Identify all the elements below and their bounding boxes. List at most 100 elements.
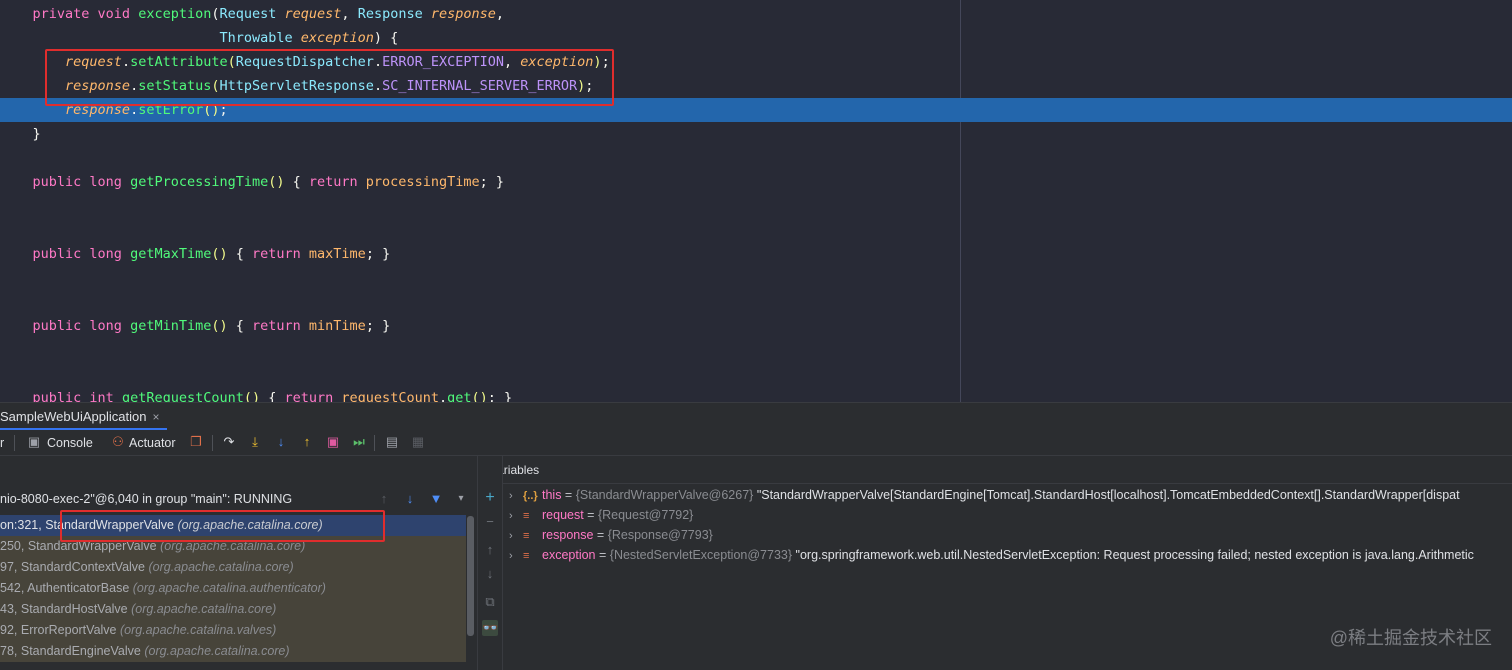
variable-type: {StandardWrapperValve@6267} [575,488,754,502]
equals-sign: = [595,548,610,562]
run-to-cursor-icon[interactable]: ⏭ [351,434,367,450]
code-token: public [32,318,90,334]
code-line[interactable] [0,194,1512,218]
glasses-icon[interactable]: 👓 [482,620,498,636]
code-line[interactable]: response.setError(); [0,98,1512,122]
force-step-into-icon[interactable]: ↓ [273,434,289,450]
code-token: ; [219,102,228,118]
console-tab[interactable]: Console [47,430,93,456]
code-token: long [89,318,131,334]
chevron-right-icon[interactable]: › [509,486,523,506]
arrow-up-icon[interactable]: ↑ [376,491,392,507]
code-token: ; [585,78,594,94]
code-token: { [260,390,285,402]
frame-location: 92, [0,623,21,637]
field-icon: {..} [523,490,538,502]
chevron-right-icon[interactable]: › [509,526,523,546]
debugger-tab-partial[interactable]: r [0,430,4,456]
evaluate-expression-icon[interactable]: ▤ [384,434,400,450]
variables-title: Variables [503,456,1512,484]
frame-row[interactable]: 43, StandardHostValve (org.apache.catali… [0,599,466,620]
variables-panel: Variables ›{..}this = {StandardWrapperVa… [503,456,1512,670]
thread-selector[interactable]: nio-8080-exec-2"@6,040 in group "main": … [0,486,477,512]
step-into-icon[interactable]: ⤓ [247,434,263,450]
copy-icon[interactable]: ⧉ [482,594,498,610]
frame-package: (org.apache.catalina.core) [177,518,323,532]
code-token: long [89,174,131,190]
move-down-icon[interactable]: ↓ [482,566,498,582]
variable-row[interactable]: › {..} this = {StandardWrapperValve@6267} … [503,485,1512,505]
arrow-down-icon[interactable]: ↓ [402,491,418,507]
code-line[interactable]: public long getProcessingTime() { return… [0,170,1512,194]
code-token: SC_INTERNAL_SERVER_ERROR [382,78,578,94]
code-editor[interactable]: private void exception(Request request, … [0,0,1512,402]
code-line[interactable] [0,266,1512,290]
chevron-right-icon[interactable]: › [509,546,523,566]
frame-row[interactable]: 78, StandardEngineValve (org.apache.cata… [0,641,466,662]
code-token: public [32,246,90,262]
frame-row[interactable]: 542, AuthenticatorBase (org.apache.catal… [0,578,466,599]
variable-row[interactable]: › ≡ exception = {NestedServletException@77… [503,545,1512,565]
frames-scrollbar[interactable] [467,516,474,636]
code-line[interactable] [0,290,1512,314]
code-token: setStatus [138,78,212,94]
code-token: ; } [479,174,504,190]
drop-frame-icon[interactable]: ▣ [325,434,341,450]
code-token: () [211,318,228,334]
frame-class: StandardEngineValve [20,644,145,658]
frame-class: AuthenticatorBase [27,581,133,595]
code-token: ( [227,54,236,70]
step-over-icon[interactable]: ↷ [221,434,237,450]
code-token: return [252,318,309,334]
variable-row[interactable]: › ≡ response = {Response@7793} [503,525,1512,545]
frame-location: 542, [0,581,28,595]
code-line[interactable] [0,338,1512,362]
console-icon: ▣ [27,434,41,449]
close-icon[interactable]: × [152,410,159,424]
filter-icon[interactable]: ▼ [428,491,444,507]
code-line[interactable]: public long getMinTime() { return minTim… [0,314,1512,338]
frame-row[interactable]: 97, StandardContextValve (org.apache.cat… [0,557,466,578]
code-line[interactable]: request.setAttribute(RequestDispatcher.E… [0,50,1512,74]
code-token: () [471,390,488,402]
watermark: @稀土掘金技术社区 [1329,628,1492,648]
code-line[interactable]: public long getMaxTime() { return maxTim… [0,242,1512,266]
variable-row[interactable]: › ≡ request = {Request@7792} [503,505,1512,525]
add-watch-icon[interactable]: + [482,490,498,506]
code-token: getMinTime [130,318,212,334]
frame-class: StandardHostValve [20,602,132,616]
code-token: Throwable [219,30,301,46]
run-tab[interactable]: SampleWebUiApplication × [0,403,168,430]
chevron-right-icon[interactable]: › [509,506,523,526]
remove-watch-icon[interactable]: − [482,514,498,530]
thread-label: nio-8080-exec-2"@6,040 in group "main": … [0,492,293,506]
frame-row[interactable]: 92, ErrorReportValve (org.apache.catalin… [0,620,466,641]
frame-class: StandardContextValve [20,560,149,574]
frame-row[interactable]: 250, StandardWrapperValve (org.apache.ca… [0,536,466,557]
restore-layout-icon[interactable]: ❐ [188,434,204,450]
move-up-icon[interactable]: ↑ [482,542,498,558]
code-line[interactable]: private void exception(Request request, … [0,2,1512,26]
variables-side-strip: + − ↑ ↓ ⧉ 👓 [478,456,503,670]
code-line[interactable] [0,362,1512,386]
code-token: exception [300,30,374,46]
code-line[interactable]: response.setStatus(HttpServletResponse.S… [0,74,1512,98]
code-token: . [121,54,131,70]
frame-row[interactable]: on:321, StandardWrapperValve (org.apache… [0,515,466,536]
code-line[interactable] [0,146,1512,170]
code-line[interactable] [0,218,1512,242]
code-token: () [268,174,285,190]
code-line[interactable]: Throwable exception) { [0,26,1512,50]
code-line[interactable]: public int getRequestCount() { return re… [0,386,1512,402]
debug-toolbar: r ▣ Console ⚇ Actuator ❐ ↷ ⤓ ↓ ↑ ▣ ⏭ ▤ ▦ [0,430,1512,456]
chevron-down-icon[interactable]: ▾ [453,491,469,507]
step-out-icon[interactable]: ↑ [299,434,315,450]
threads-view-icon[interactable]: ▦ [410,434,426,450]
code-line[interactable]: } [0,122,1512,146]
code-token: return [308,174,366,190]
actuator-tab[interactable]: Actuator [129,430,176,456]
